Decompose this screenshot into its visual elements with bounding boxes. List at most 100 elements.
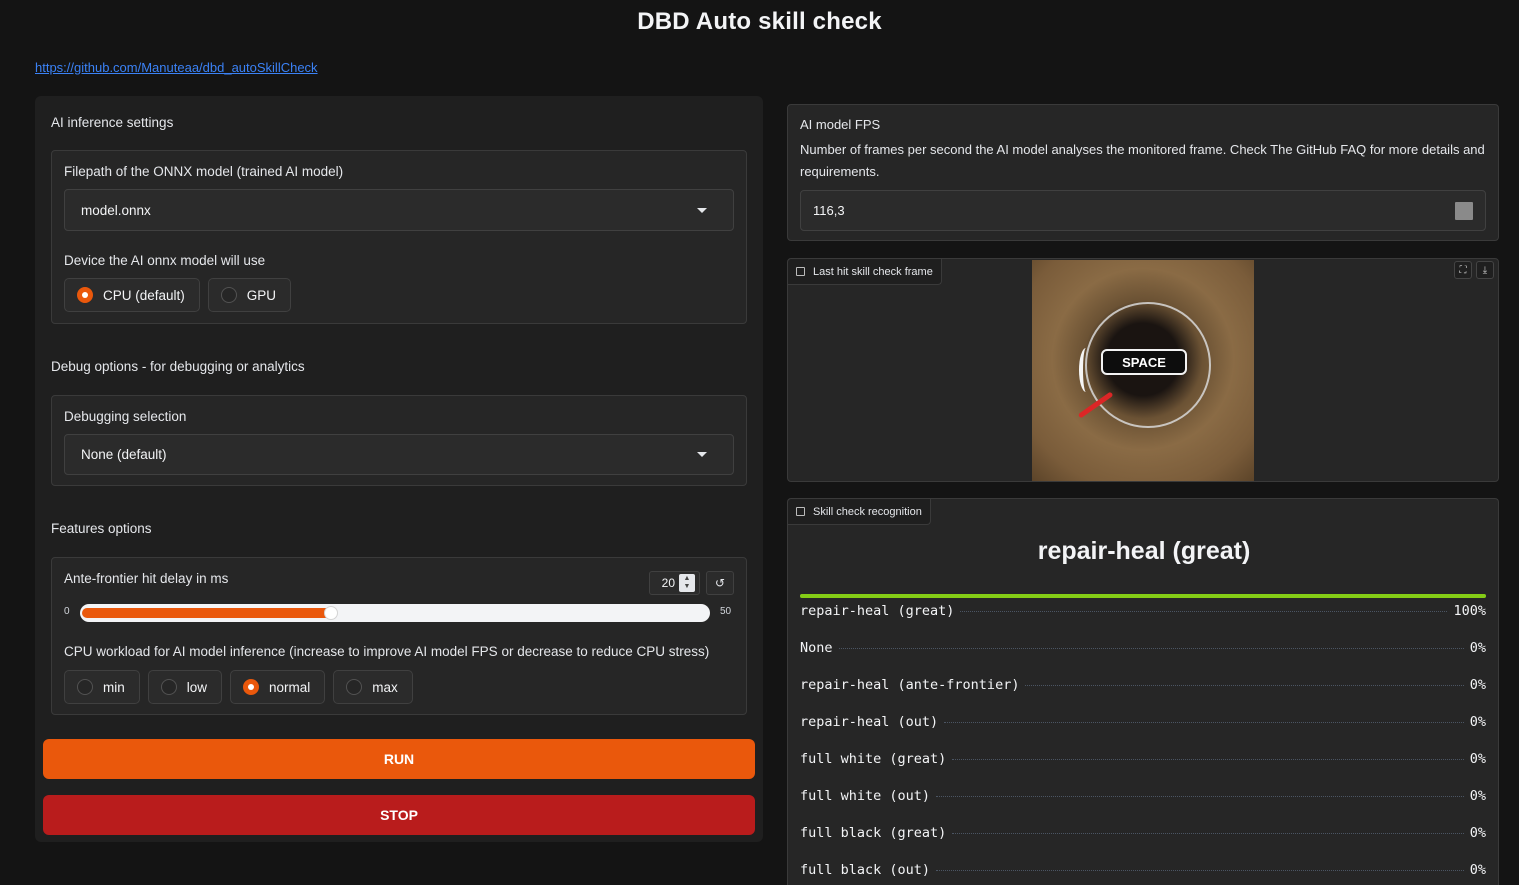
confidence-label: full black (out) bbox=[800, 862, 931, 878]
dotted-leader bbox=[838, 648, 1464, 649]
confidence-label: full white (great) bbox=[800, 751, 947, 767]
left-panel: AI inference settings Filepath of the ON… bbox=[35, 96, 763, 842]
frame-tab-label: Last hit skill check frame bbox=[788, 259, 942, 285]
delay-number-input[interactable]: 20 ▲ ▼ bbox=[649, 571, 700, 595]
radio-selected-icon bbox=[77, 287, 93, 303]
cpu-workload-radio-group: min low normal max bbox=[64, 670, 413, 704]
skill-check-zone bbox=[1079, 348, 1093, 392]
device-option-label: GPU bbox=[246, 287, 277, 303]
cpu-option-low[interactable]: low bbox=[147, 670, 223, 704]
cpu-option-label: normal bbox=[269, 679, 311, 695]
download-icon[interactable]: ⤓ bbox=[1476, 261, 1494, 279]
stepper-icon[interactable]: ▲ ▼ bbox=[679, 574, 695, 592]
confidence-label: repair-heal (great) bbox=[800, 603, 955, 619]
confidence-row: full black (out) 0% bbox=[800, 862, 1486, 878]
confidence-row: full white (out) 0% bbox=[800, 788, 1486, 804]
dotted-leader bbox=[952, 833, 1464, 834]
slider-max-label: 50 bbox=[720, 606, 732, 617]
stop-button[interactable]: STOP bbox=[43, 795, 755, 835]
chevron-down-icon bbox=[697, 207, 707, 213]
github-link[interactable]: https://github.com/Manuteaa/dbd_autoSkil… bbox=[35, 60, 318, 75]
dotted-leader bbox=[936, 870, 1464, 871]
device-radio-group: CPU (default) GPU bbox=[64, 278, 292, 312]
model-path-label: Filepath of the ONNX model (trained AI m… bbox=[64, 164, 344, 179]
cpu-option-max[interactable]: max bbox=[333, 670, 413, 704]
dotted-leader bbox=[944, 722, 1464, 723]
confidence-value: 0% bbox=[1469, 862, 1486, 878]
delay-label: Ante-frontier hit delay in ms bbox=[64, 571, 229, 586]
delay-value: 20 bbox=[661, 576, 675, 590]
device-option-gpu[interactable]: GPU bbox=[207, 278, 292, 312]
frame-tab-text: Last hit skill check frame bbox=[813, 265, 933, 278]
cpu-option-normal[interactable]: normal bbox=[230, 670, 326, 704]
fps-value-field: 116,3 bbox=[800, 190, 1486, 231]
page-title: DBD Auto skill check bbox=[637, 8, 882, 35]
debug-section-title: Debug options - for debugging or analyti… bbox=[51, 359, 305, 374]
slider-thumb[interactable] bbox=[324, 606, 338, 620]
confidence-row: full white (great) 0% bbox=[800, 751, 1486, 767]
fps-value: 116,3 bbox=[813, 203, 845, 218]
fps-panel: AI model FPS Number of frames per second… bbox=[787, 104, 1499, 241]
debug-dropdown[interactable]: None (default) bbox=[64, 434, 734, 475]
debug-label: Debugging selection bbox=[64, 409, 187, 424]
image-icon bbox=[796, 267, 805, 276]
device-option-label: CPU (default) bbox=[103, 287, 185, 303]
ai-inference-block: Filepath of the ONNX model (trained AI m… bbox=[51, 150, 747, 324]
skill-check-frame-image: SPACE bbox=[1032, 260, 1254, 481]
recognition-tab-label: Skill check recognition bbox=[788, 499, 931, 525]
confidence-value: 0% bbox=[1469, 825, 1486, 841]
confidence-value: 0% bbox=[1469, 677, 1486, 693]
recognition-tab-text: Skill check recognition bbox=[813, 505, 922, 518]
debug-value: None (default) bbox=[81, 447, 167, 462]
confidence-value: 0% bbox=[1469, 751, 1486, 767]
confidence-row: repair-heal (great) 100% bbox=[800, 603, 1486, 619]
fullscreen-icon[interactable]: ⛶ bbox=[1454, 261, 1472, 279]
frame-panel: Last hit skill check frame ⛶ ⤓ SPACE bbox=[787, 258, 1499, 482]
cpu-option-label: low bbox=[186, 679, 208, 695]
radio-empty-icon bbox=[346, 679, 363, 695]
cpu-option-label: max bbox=[372, 679, 398, 695]
confidence-label: full black (great) bbox=[800, 825, 947, 841]
device-option-cpu[interactable]: CPU (default) bbox=[64, 278, 200, 312]
confidence-label: None bbox=[800, 640, 833, 656]
radio-selected-icon bbox=[243, 679, 260, 695]
delay-slider[interactable] bbox=[80, 604, 710, 622]
frame-actions: ⛶ ⤓ bbox=[1454, 261, 1494, 279]
dotted-leader bbox=[960, 611, 1448, 612]
top-confidence-fill bbox=[800, 594, 1486, 598]
radio-empty-icon bbox=[220, 287, 237, 303]
dotted-leader bbox=[952, 759, 1464, 760]
confidence-row: repair-heal (ante-frontier) 0% bbox=[800, 677, 1486, 693]
recognition-result: repair-heal (great) bbox=[1037, 537, 1251, 565]
radio-empty-icon bbox=[77, 679, 93, 695]
confidence-row: None 0% bbox=[800, 640, 1486, 656]
slider-fill bbox=[82, 608, 332, 618]
debug-block: Debugging selection None (default) bbox=[51, 395, 747, 486]
confidence-value: 0% bbox=[1469, 714, 1486, 730]
model-path-value: model.onnx bbox=[81, 202, 151, 218]
cpu-option-min[interactable]: min bbox=[64, 670, 140, 704]
recognition-panel: Skill check recognition repair-heal (gre… bbox=[787, 498, 1499, 885]
dotted-leader bbox=[936, 796, 1464, 797]
confidence-label: repair-heal (ante-frontier) bbox=[800, 677, 1020, 693]
features-section-title: Features options bbox=[51, 521, 152, 536]
fps-title: AI model FPS bbox=[800, 117, 881, 132]
cpu-workload-label: CPU workload for AI model inference (inc… bbox=[64, 644, 710, 659]
confidence-row: repair-heal (out) 0% bbox=[800, 714, 1486, 730]
features-block: Ante-frontier hit delay in ms 20 ▲ ▼ ↺ 0 … bbox=[51, 557, 747, 715]
reset-icon: ↺ bbox=[714, 576, 726, 590]
dotted-leader bbox=[1025, 685, 1464, 686]
space-key-prompt: SPACE bbox=[1101, 349, 1187, 375]
fps-description: Number of frames per second the AI model… bbox=[800, 142, 1485, 179]
confidence-label: full white (out) bbox=[800, 788, 931, 804]
label-icon bbox=[796, 507, 805, 516]
reset-button[interactable]: ↺ bbox=[706, 571, 734, 595]
model-path-dropdown[interactable]: model.onnx bbox=[64, 189, 734, 231]
ai-inference-section-title: AI inference settings bbox=[51, 115, 174, 130]
run-button[interactable]: RUN bbox=[43, 739, 755, 779]
radio-empty-icon bbox=[160, 679, 177, 695]
confidence-value: 0% bbox=[1469, 640, 1486, 656]
confidence-label: repair-heal (out) bbox=[800, 714, 939, 730]
confidence-value: 0% bbox=[1469, 788, 1486, 804]
confidence-row: full black (great) 0% bbox=[800, 825, 1486, 841]
